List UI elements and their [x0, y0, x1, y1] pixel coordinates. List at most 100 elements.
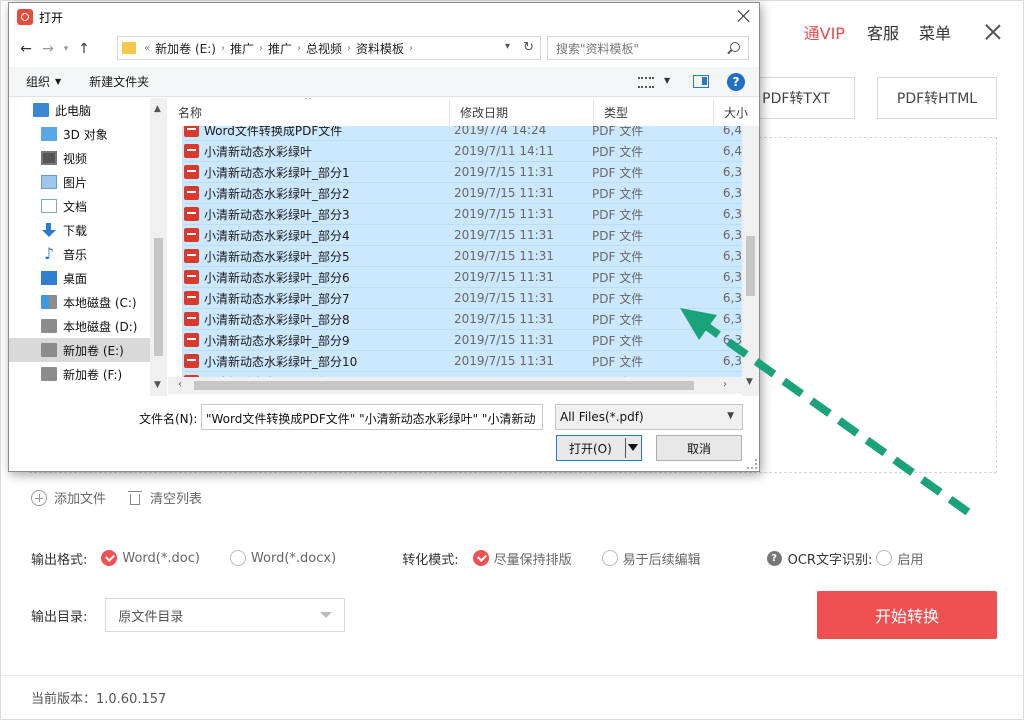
navigation-pane-scrollbar[interactable]: ▲ ▼ [150, 98, 167, 396]
breadcrumb-item[interactable]: 总视频 [306, 40, 342, 57]
scroll-down-icon[interactable]: ▼ [154, 380, 161, 390]
file-list-horizontal-scrollbar[interactable]: ‹ › [168, 377, 742, 394]
file-size: 6,3 [722, 291, 742, 305]
scroll-left-icon[interactable]: ‹ [178, 379, 182, 390]
file-row[interactable]: 小清新动态水彩绿叶_部分10 2019/7/15 11:31 PDF 文件 6,3 [182, 351, 742, 372]
breadcrumb-item[interactable]: 新加卷 (E:) [155, 40, 216, 57]
pdf-to-html-button[interactable]: PDF转HTML [877, 77, 997, 119]
scrollbar-thumb[interactable] [154, 238, 163, 356]
breadcrumb-item[interactable]: 推广 [230, 40, 254, 57]
search-icon[interactable] [730, 42, 740, 52]
sidebar-item[interactable]: 本地磁盘 (C:) [9, 290, 165, 314]
sidebar-item[interactable]: 文档 [9, 194, 165, 218]
resize-grip-icon[interactable] [747, 459, 757, 469]
column-type[interactable]: 类型 [594, 98, 714, 126]
clear-list-button[interactable]: 清空列表 [128, 488, 202, 507]
format-doc-radio[interactable]: Word(*.doc) [101, 550, 200, 566]
search-input[interactable]: 搜索"资料模板" [547, 36, 749, 60]
sidebar-item[interactable]: 新加卷 (E:) [9, 338, 165, 362]
ocr-enable-radio[interactable]: 启用 [876, 549, 923, 568]
forward-arrow-icon[interactable]: → [37, 41, 59, 57]
file-actions: 添加文件 清空列表 [31, 488, 224, 507]
start-convert-button[interactable]: 开始转换 [817, 591, 997, 639]
caret-down-icon[interactable]: ▼ [664, 76, 670, 85]
file-type-select[interactable]: All Files(*.pdf) ▼ [555, 404, 743, 430]
column-size[interactable]: 大小 [714, 98, 759, 126]
scrollbar-thumb[interactable] [746, 236, 755, 296]
desktop-icon [41, 271, 57, 285]
sidebar-item-label: 此电脑 [55, 103, 92, 118]
sidebar-item[interactable]: 视频 [9, 146, 165, 170]
file-row[interactable]: 小清新动态水彩绿叶_部分8 2019/7/15 11:31 PDF 文件 6,3 [182, 309, 742, 330]
output-directory-select[interactable]: 原文件目录 [105, 598, 346, 632]
file-row[interactable]: 小清新动态水彩绿叶_部分3 2019/7/15 11:31 PDF 文件 6,3 [182, 204, 742, 225]
open-button[interactable]: 打开(O) [556, 435, 642, 461]
breadcrumb-item[interactable]: 资料模板 [356, 40, 404, 57]
file-row[interactable]: 小清新动态水彩绿叶_部分6 2019/7/15 11:31 PDF 文件 6,3 [182, 267, 742, 288]
column-name-label: 名称 [178, 105, 203, 120]
scroll-right-icon[interactable]: › [723, 379, 727, 390]
add-file-button[interactable]: 添加文件 [31, 488, 106, 507]
organize-menu[interactable]: 组织 ▼ [26, 73, 61, 90]
help-icon[interactable]: ? [727, 73, 745, 91]
sidebar-item[interactable]: 新加卷 (F:) [9, 362, 165, 386]
new-folder-button[interactable]: 新建文件夹 [89, 73, 149, 90]
app-close-icon[interactable] [983, 22, 1003, 42]
back-arrow-icon[interactable]: ← [15, 41, 37, 57]
column-type-label: 类型 [604, 105, 629, 120]
file-row[interactable]: 小清新动态水彩绿叶_部分2 2019/7/15 11:31 PDF 文件 6,3 [182, 183, 742, 204]
sidebar-item[interactable]: ♪ 音乐 [9, 242, 165, 266]
file-name-cell: 小清新动态水彩绿叶_部分5 [182, 248, 442, 265]
view-options-icon[interactable] [638, 77, 654, 88]
filename-input[interactable]: "Word文件转换成PDF文件" "小清新动态水彩绿叶" "小清新动 [201, 404, 543, 430]
file-row[interactable]: 小清新动态水彩绿叶_部分9 2019/7/15 11:31 PDF 文件 6,3 [182, 330, 742, 351]
mode-keep-layout-radio[interactable]: 尽量保持排版 [472, 549, 572, 568]
column-name[interactable]: ^ 名称 [168, 98, 450, 126]
service-link[interactable]: 客服 [867, 20, 899, 44]
scroll-up-icon[interactable]: ▲ [154, 104, 161, 114]
file-name-cell: 小清新动态水彩绿叶_部分7 [182, 290, 442, 307]
recent-chevron-icon[interactable]: ▾ [59, 44, 73, 54]
sidebar-item[interactable]: 3D 对象 [9, 122, 165, 146]
dialog-title: 打开 [39, 10, 64, 25]
file-type: PDF 文件 [592, 165, 644, 180]
file-row[interactable]: 小清新动态水彩绿叶_部分4 2019/7/15 11:31 PDF 文件 6,3 [182, 225, 742, 246]
up-arrow-icon[interactable]: ↑ [73, 41, 95, 57]
dialog-titlebar[interactable]: 打开 [9, 3, 759, 31]
file-row[interactable]: 小清新动态水彩绿叶_部分5 2019/7/15 11:31 PDF 文件 6,3 [182, 246, 742, 267]
sidebar-item[interactable]: 此电脑 [9, 98, 165, 122]
sidebar-item[interactable]: 本地磁盘 (D:) [9, 314, 165, 338]
sidebar-item[interactable]: 桌面 [9, 266, 165, 290]
navigation-bar: ← → ▾ ↑ « 新加卷 (E:) › 推广 › 推广 › 总视频 › 资料模… [9, 36, 759, 62]
file-size: 6,3 [722, 249, 742, 263]
pdf-file-icon [184, 165, 199, 179]
format-doc-label: Word(*.doc) [122, 550, 200, 566]
file-row[interactable]: 小清新动态水彩绿叶_部分7 2019/7/15 11:31 PDF 文件 6,3 [182, 288, 742, 309]
file-row[interactable]: 小清新动态水彩绿叶 2019/7/11 14:11 PDF 文件 6,4 [182, 141, 742, 162]
scroll-down-icon[interactable]: ▼ [746, 377, 753, 387]
file-name-cell: 小清新动态水彩绿叶_部分4 [182, 227, 442, 244]
address-bar[interactable]: « 新加卷 (E:) › 推广 › 推广 › 总视频 › 资料模板 › ▾ ↻ [117, 36, 541, 60]
menu-link[interactable]: 菜单 [919, 20, 951, 44]
sidebar-item[interactable]: 下载 [9, 218, 165, 242]
column-date[interactable]: 修改日期 [450, 98, 594, 126]
file-size: 6,3 [722, 312, 742, 326]
scrollbar-thumb[interactable] [194, 381, 694, 390]
breadcrumb-item[interactable]: 推广 [268, 40, 292, 57]
format-docx-radio[interactable]: Word(*.docx) [229, 550, 336, 566]
vip-link[interactable]: 通VIP [804, 20, 845, 44]
file-row[interactable]: 小清新动态水彩绿叶_部分1 2019/7/15 11:31 PDF 文件 6,3 [182, 162, 742, 183]
file-date: 2019/7/15 11:31 [454, 207, 554, 221]
cancel-button[interactable]: 取消 [656, 435, 742, 461]
refresh-icon[interactable]: ↻ [523, 40, 534, 55]
address-dropdown-icon[interactable]: ▾ [505, 41, 510, 52]
preview-pane-icon[interactable] [693, 75, 709, 88]
ocr-help-icon[interactable]: ? [766, 550, 782, 566]
sidebar-item[interactable]: 图片 [9, 170, 165, 194]
file-date: 2019/7/15 11:31 [454, 354, 554, 368]
address-overflow-icon[interactable]: « [144, 43, 150, 54]
file-list-vertical-scrollbar[interactable]: ▼ [742, 126, 759, 396]
open-options-dropdown-icon[interactable] [628, 444, 638, 451]
dialog-close-icon[interactable] [737, 9, 751, 23]
mode-easy-edit-radio[interactable]: 易于后续编辑 [601, 549, 701, 568]
